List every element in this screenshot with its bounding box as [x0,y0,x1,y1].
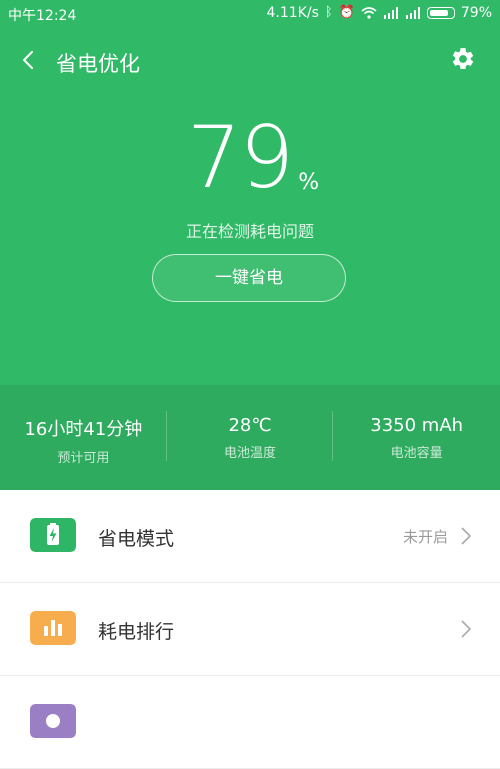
signal-icon [405,7,420,19]
list-item-label: 耗电排行 [98,621,175,643]
topbar: 省电优化 [0,38,500,82]
status-time: 中午12:24 [8,8,77,24]
stat-temperature: 28℃ 电池温度 [167,385,334,490]
signal-icon [383,7,398,19]
chevron-right-icon [461,620,472,638]
gear-icon[interactable] [450,46,476,72]
stat-value: 3350 mAh [370,415,464,436]
bar-chart-icon [30,611,76,645]
battery-percent: 79% [460,5,492,21]
detection-status: 正在检测耗电问题 [185,222,314,241]
status-right: 4.11K/s ᛒ ⏰ 79% [267,5,493,21]
header: 中午12:24 4.11K/s ᛒ ⏰ 79% 省电优化 79 % 正在检测耗电… [0,0,500,385]
stat-label: 电池温度 [224,446,277,461]
page-title: 省电优化 [56,52,140,76]
alarm-icon: ⏰ [338,5,355,20]
wifi-icon [361,7,377,19]
battery-level-unit: % [298,170,320,195]
stat-label: 预计可用 [57,451,110,466]
status-bar: 中午12:24 4.11K/s ᛒ ⏰ 79% [0,0,500,28]
stat-label: 电池容量 [390,446,443,461]
battery-charge-icon [30,518,76,552]
stat-value: 16小时41分钟 [24,419,143,440]
list-item-power-saving-mode[interactable]: 省电模式 未开启 [0,490,500,583]
battery-icon [426,7,455,19]
battery-stats: 16小时41分钟 预计可用 28℃ 电池温度 3350 mAh 电池容量 [0,385,500,490]
bluetooth-icon: ᛒ [324,5,333,20]
list-item-partial[interactable] [0,676,500,769]
list-item-label: 省电模式 [98,528,175,550]
stat-value: 28℃ [228,415,272,436]
app-icon [30,704,76,738]
list-item-power-ranking[interactable]: 耗电排行 [0,583,500,676]
battery-level: 79% [0,108,500,208]
stat-estimated-time: 16小时41分钟 预计可用 [0,385,167,490]
menu-list: 省电模式 未开启 耗电排行 [0,490,500,769]
list-item-status: 未开启 [402,528,448,546]
stat-capacity: 3350 mAh 电池容量 [333,385,500,490]
back-icon[interactable] [18,46,38,74]
network-speed: 4.11K/s [266,5,319,21]
battery-level-value: 79 [186,108,294,208]
chevron-right-icon [461,527,472,545]
one-key-save-button[interactable]: 一键省电 [152,254,346,302]
